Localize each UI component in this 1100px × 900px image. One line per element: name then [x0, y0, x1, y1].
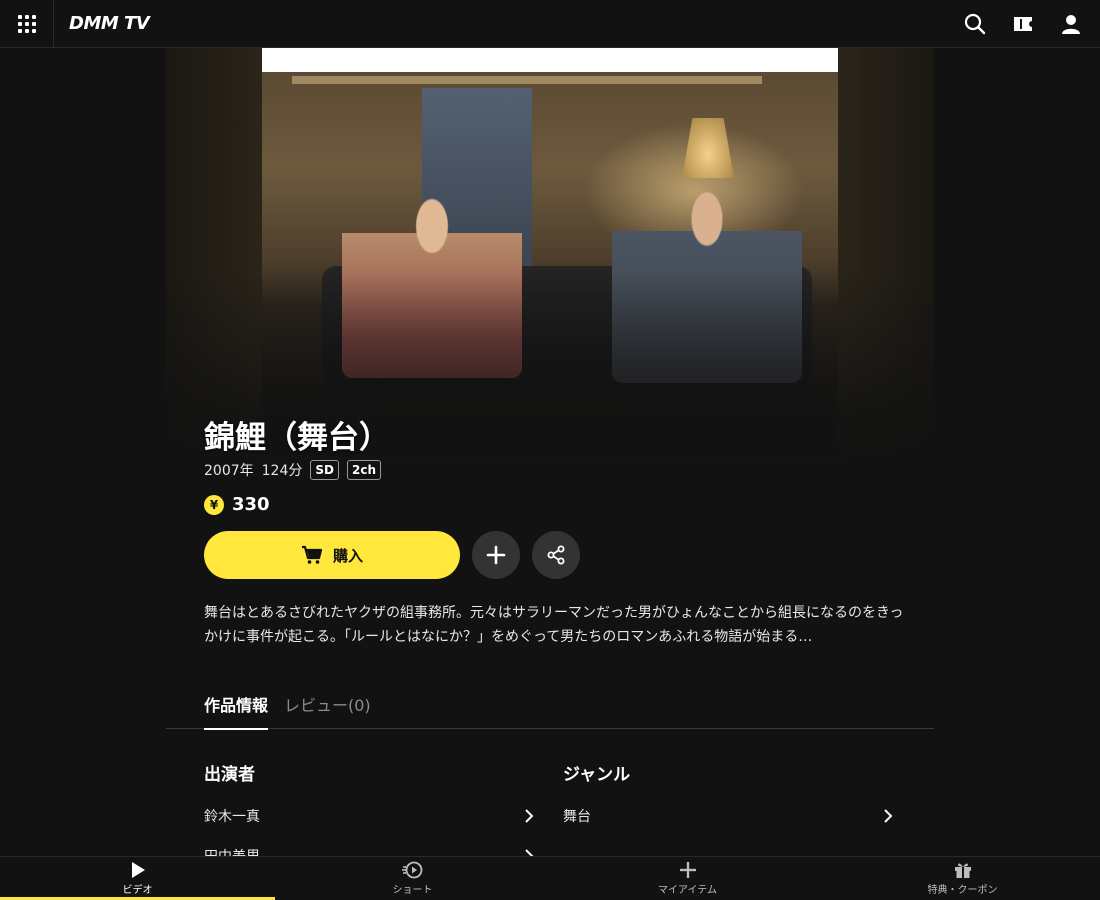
nav-short-label: ショート — [392, 885, 433, 896]
detail-tabs: 作品情報 レビュー(0) — [166, 680, 934, 730]
hero-area — [166, 48, 934, 473]
cast-row[interactable]: 田中美里 — [204, 847, 534, 856]
ticket-button[interactable] — [1006, 7, 1040, 41]
buy-button[interactable]: 購入 — [204, 531, 460, 579]
cart-icon — [301, 545, 323, 564]
chevron-right-icon — [884, 809, 893, 823]
release-year: 2007年 — [204, 463, 254, 479]
nav-benefits-label: 特典・クーポン — [927, 885, 998, 896]
tab-reviews[interactable]: レビュー(0) — [284, 692, 371, 716]
search-button[interactable] — [958, 7, 992, 41]
quality-badge: SD — [310, 460, 339, 480]
cast-row[interactable]: 鈴木一真 — [204, 807, 534, 825]
synopsis: 舞台はとあるさびれたヤクザの組事務所。元々はサラリーマンだった男がひょんなことか… — [204, 605, 904, 645]
work-meta: 2007年 124分 SD 2ch — [204, 460, 381, 480]
share-icon — [547, 545, 565, 565]
genre-row[interactable]: 舞台 — [563, 807, 893, 825]
header-actions — [958, 0, 1088, 48]
price: ¥ 330 — [204, 494, 270, 515]
add-to-mylist-button[interactable] — [472, 531, 520, 579]
plus-icon — [486, 545, 506, 565]
nav-video[interactable]: ビデオ — [0, 857, 275, 900]
audio-badge: 2ch — [346, 460, 381, 480]
nav-video-label: ビデオ — [122, 885, 153, 896]
yen-coin-icon: ¥ — [204, 494, 224, 515]
cast-heading: 出演者 — [204, 765, 255, 785]
gift-icon — [954, 863, 971, 878]
short-play-icon — [401, 861, 422, 879]
dmm-tv-logo[interactable]: DMM TV — [69, 13, 150, 34]
user-icon — [1062, 15, 1080, 34]
price-value: 330 — [232, 494, 270, 515]
nav-my-items-label: マイアイテム — [658, 885, 717, 896]
share-button[interactable] — [532, 531, 580, 579]
main-content: 錦鯉（舞台） 2007年 124分 SD 2ch ¥ 330 購入 舞台はとある… — [166, 48, 934, 856]
account-button[interactable] — [1054, 7, 1088, 41]
bottom-navigation: ビデオ ショート マイアイテム 特典・クーポン — [0, 856, 1100, 900]
plus-icon — [679, 862, 696, 878]
search-icon — [964, 13, 986, 35]
chevron-right-icon — [525, 849, 534, 856]
work-title: 錦鯉（舞台） — [204, 420, 390, 456]
top-header: DMM TV — [0, 0, 1100, 48]
duration: 124分 — [261, 463, 303, 479]
nav-benefits-coupons[interactable]: 特典・クーポン — [825, 857, 1100, 900]
ticket-icon — [1014, 17, 1032, 31]
tab-work-info[interactable]: 作品情報 — [204, 692, 269, 730]
cast-column: 出演者 鈴木一真 田中美里 — [204, 760, 534, 856]
grid-menu-icon — [17, 14, 36, 33]
genre-heading: ジャンル — [563, 765, 631, 785]
nav-my-items[interactable]: マイアイテム — [550, 857, 825, 900]
play-icon — [131, 862, 145, 878]
genre-column: ジャンル 舞台 — [563, 760, 893, 825]
grid-menu-button[interactable] — [0, 0, 54, 48]
genre-name: 舞台 — [563, 809, 591, 825]
buy-button-label: 購入 — [332, 546, 363, 565]
cast-name: 田中美里 — [204, 846, 260, 856]
nav-short[interactable]: ショート — [275, 857, 550, 900]
chevron-right-icon — [525, 809, 534, 823]
action-buttons: 購入 — [204, 531, 580, 579]
cast-name: 鈴木一真 — [204, 809, 260, 825]
